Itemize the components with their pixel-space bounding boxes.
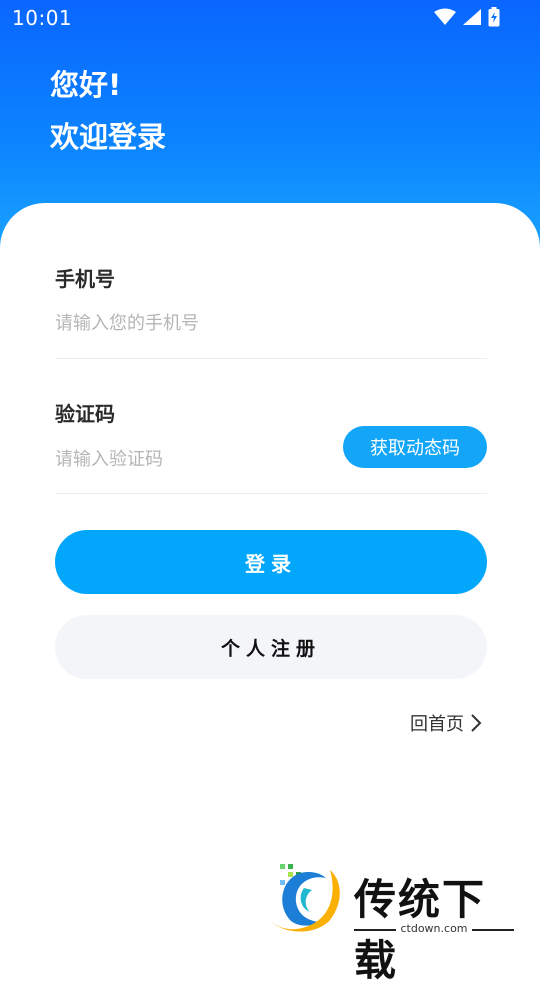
home-link-label: 回首页 [410,714,464,735]
get-code-button[interactable]: 获取动态码 [343,426,487,468]
greeting-title: 您好! [50,68,122,102]
phone-label: 手机号 [55,267,115,291]
home-link[interactable]: 回首页 [410,710,482,736]
code-input[interactable] [55,444,335,474]
watermark-url: ctdown.com [354,922,514,935]
signal-icon [463,9,481,25]
status-icons [434,7,500,27]
welcome-title: 欢迎登录 [50,120,167,154]
code-label: 验证码 [55,402,115,426]
status-bar: 10:01 [0,0,540,38]
phone-divider [55,358,487,359]
wifi-icon [434,8,456,25]
watermark: 传统下载 ctdown.com [268,862,518,985]
battery-charging-icon [488,7,500,27]
watermark-logo-icon [272,864,340,932]
chevron-right-icon [471,714,482,732]
code-divider [55,493,487,494]
status-time: 10:01 [12,6,73,30]
phone-input[interactable] [55,308,335,338]
register-button[interactable]: 个人注册 [55,615,487,679]
login-button[interactable]: 登录 [55,530,487,594]
